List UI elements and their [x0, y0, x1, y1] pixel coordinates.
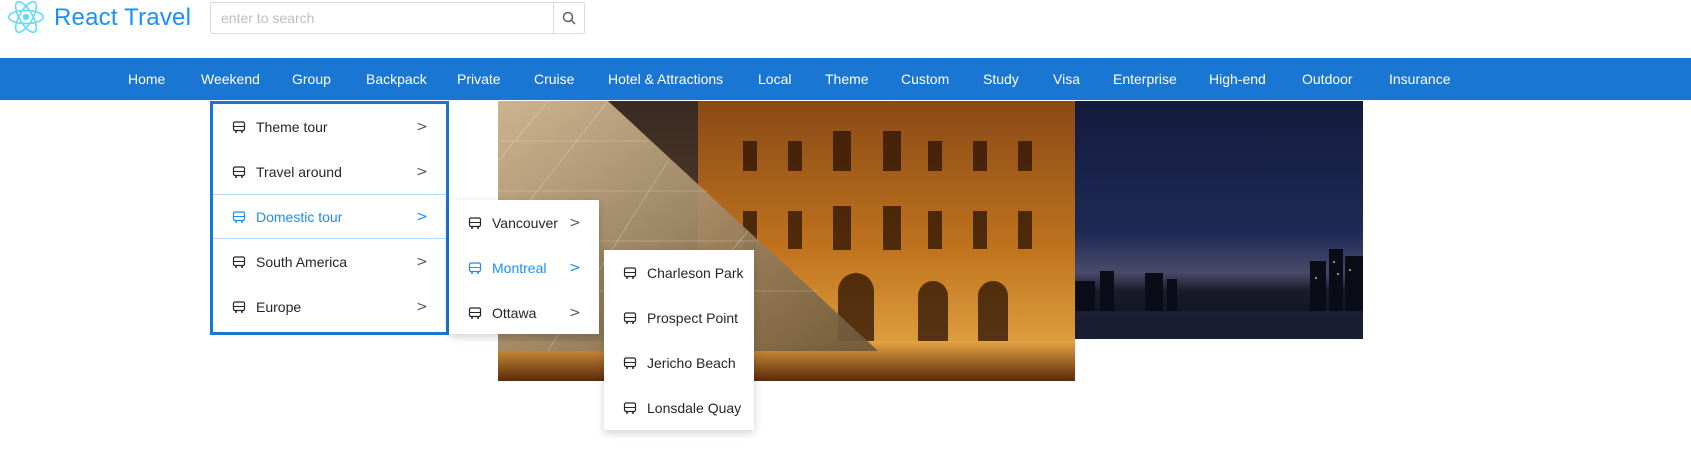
- bus-icon: [230, 298, 248, 316]
- menu-item-south-america[interactable]: South America >: [213, 239, 446, 284]
- submenu-item-lonsdale-quay[interactable]: Lonsdale Quay: [604, 385, 754, 430]
- bus-icon: [621, 264, 639, 282]
- nav-item-group[interactable]: Group: [292, 58, 331, 100]
- submenu-item-prospect-point[interactable]: Prospect Point: [604, 295, 754, 340]
- bus-icon: [621, 399, 639, 417]
- chevron-right-icon: >: [569, 214, 581, 231]
- chevron-right-icon: >: [416, 118, 428, 135]
- search-icon: [562, 11, 576, 25]
- search-bar: [210, 2, 585, 34]
- brand-title[interactable]: React Travel: [54, 4, 191, 32]
- nav-item-insurance[interactable]: Insurance: [1389, 58, 1450, 100]
- submenu-item-label: Vancouver: [492, 214, 558, 231]
- submenu-montreal: Charleson Park Prospect Point Jericho Be…: [604, 250, 754, 430]
- submenu-item-charleson-park[interactable]: Charleson Park: [604, 250, 754, 295]
- bus-icon: [230, 118, 248, 136]
- search-input[interactable]: [210, 2, 554, 34]
- react-logo-icon[interactable]: [8, 0, 44, 34]
- chevron-right-icon: >: [569, 304, 581, 321]
- menu-item-label: Domestic tour: [256, 208, 343, 225]
- bus-icon: [466, 304, 484, 322]
- header: React Travel: [0, 0, 1691, 58]
- submenu-item-label: Charleson Park: [647, 264, 744, 281]
- bus-icon: [466, 214, 484, 232]
- search-button[interactable]: [554, 2, 585, 34]
- nav-item-custom[interactable]: Custom: [901, 58, 949, 100]
- nav-item-enterprise[interactable]: Enterprise: [1113, 58, 1177, 100]
- nav-item-hotel-attractions[interactable]: Hotel & Attractions: [608, 58, 723, 100]
- nav-item-study[interactable]: Study: [983, 58, 1019, 100]
- submenu-item-label: Jericho Beach: [647, 354, 736, 371]
- chevron-right-icon: >: [416, 253, 428, 270]
- nav-item-backpack[interactable]: Backpack: [366, 58, 427, 100]
- menu-item-label: South America: [256, 253, 348, 270]
- nav-item-private[interactable]: Private: [457, 58, 501, 100]
- bus-icon: [621, 309, 639, 327]
- nav-item-local[interactable]: Local: [758, 58, 791, 100]
- nav-item-visa[interactable]: Visa: [1053, 58, 1080, 100]
- nav-item-home[interactable]: Home: [128, 58, 165, 100]
- menu-item-domestic-tour[interactable]: Domestic tour >: [213, 194, 446, 239]
- chevron-right-icon: >: [416, 163, 428, 180]
- menu-item-label: Europe: [256, 298, 302, 315]
- submenu-item-label: Montreal: [492, 259, 547, 276]
- bus-icon: [230, 253, 248, 271]
- submenu-item-label: Ottawa: [492, 304, 537, 321]
- category-menu: Theme tour > Travel around > Domestic to…: [210, 101, 449, 335]
- menu-item-label: Theme tour: [256, 118, 328, 135]
- menu-item-travel-around[interactable]: Travel around >: [213, 149, 446, 194]
- main-navbar: Home Weekend Group Backpack Private Crui…: [0, 58, 1691, 100]
- chevron-right-icon: >: [416, 208, 428, 225]
- chevron-right-icon: >: [569, 259, 581, 276]
- banner-image-city-night[interactable]: [1075, 101, 1363, 339]
- submenu-item-label: Lonsdale Quay: [647, 399, 742, 416]
- submenu-item-label: Prospect Point: [647, 309, 739, 326]
- submenu-item-montreal[interactable]: Montreal >: [449, 245, 599, 290]
- nav-item-weekend[interactable]: Weekend: [201, 58, 260, 100]
- city-night-illustration: [1075, 249, 1363, 339]
- menu-item-label: Travel around: [256, 163, 342, 180]
- bus-icon: [466, 259, 484, 277]
- bus-icon: [230, 208, 248, 226]
- chevron-right-icon: >: [416, 298, 428, 315]
- menu-item-europe[interactable]: Europe >: [213, 284, 446, 329]
- menu-item-theme-tour[interactable]: Theme tour >: [213, 104, 446, 149]
- submenu-item-jericho-beach[interactable]: Jericho Beach: [604, 340, 754, 385]
- nav-item-high-end[interactable]: High-end: [1209, 58, 1266, 100]
- submenu-item-vancouver[interactable]: Vancouver >: [449, 200, 599, 245]
- submenu-item-ottawa[interactable]: Ottawa >: [449, 290, 599, 335]
- nav-item-outdoor[interactable]: Outdoor: [1302, 58, 1353, 100]
- nav-item-cruise[interactable]: Cruise: [534, 58, 574, 100]
- nav-item-theme[interactable]: Theme: [825, 58, 869, 100]
- bus-icon: [621, 354, 639, 372]
- bus-icon: [230, 163, 248, 181]
- submenu-domestic-tour: Vancouver > Montreal > Ottawa >: [449, 200, 599, 334]
